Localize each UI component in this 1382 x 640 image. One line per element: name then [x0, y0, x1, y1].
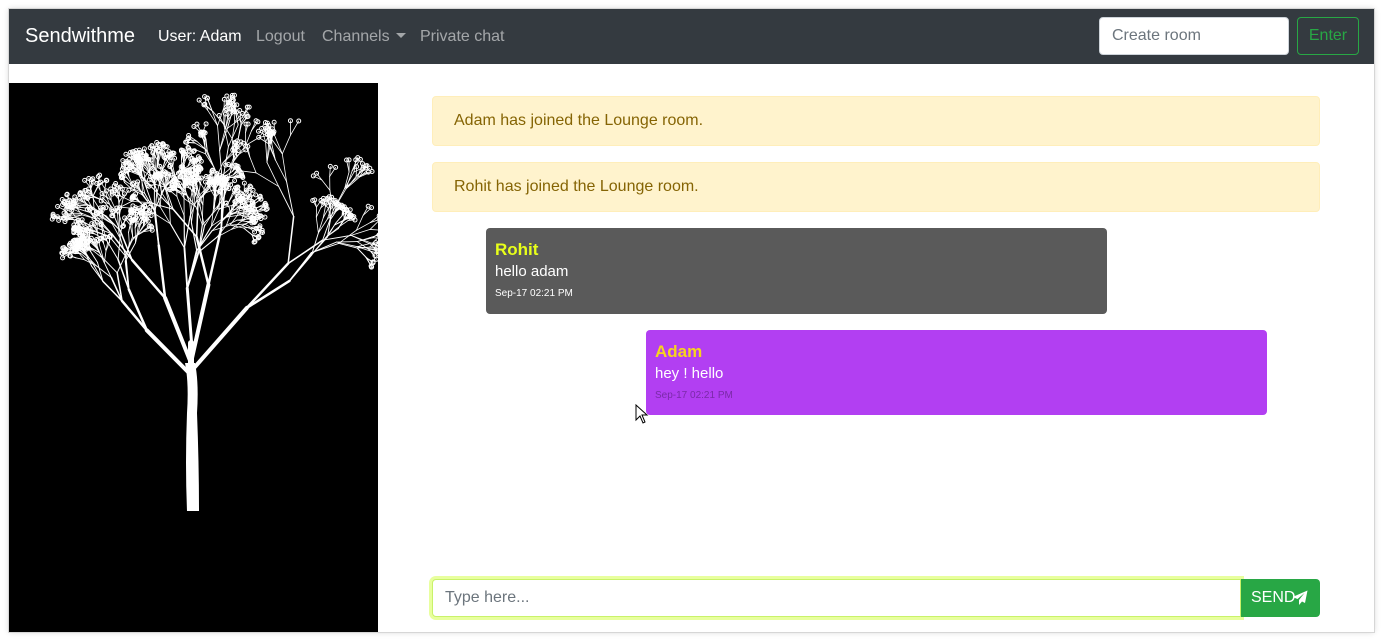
chat-message-adam: Adam hey ! hello Sep-17 02:21 PM — [646, 330, 1267, 415]
nav-channels-dropdown[interactable]: Channels — [322, 27, 406, 47]
message-timestamp: Sep-17 02:21 PM — [655, 390, 733, 401]
mouse-cursor-icon — [635, 404, 649, 424]
message-author: Adam — [655, 342, 703, 361]
navbar: Sendwithme User: Adam Logout Channels Pr… — [9, 9, 1374, 64]
tree-illustration — [49, 92, 378, 511]
nav-user-label: User: Adam — [158, 28, 242, 45]
enter-button[interactable]: Enter — [1297, 17, 1359, 55]
send-button-label: SEND — [1251, 589, 1296, 606]
message-text: hello adam — [495, 263, 569, 280]
message-input[interactable] — [432, 579, 1241, 617]
join-notification: Rohit has joined the Lounge room. — [432, 162, 1320, 212]
nav-channels-label: Channels — [322, 28, 390, 45]
paper-plane-icon — [1292, 590, 1308, 605]
nav-private-chat-link[interactable]: Private chat — [420, 27, 504, 47]
message-author: Rohit — [495, 240, 539, 259]
create-room-input[interactable] — [1099, 17, 1289, 55]
tree-image — [9, 83, 378, 632]
chevron-down-icon — [395, 33, 406, 38]
nav-logout-link[interactable]: Logout — [256, 27, 305, 47]
join-notification: Adam has joined the Lounge room. — [432, 96, 1320, 146]
send-button[interactable]: SEND — [1241, 579, 1320, 617]
app-window: Sendwithme User: Adam Logout Channels Pr… — [9, 9, 1374, 632]
message-text: hey ! hello — [655, 365, 724, 382]
brand-logo[interactable]: Sendwithme — [25, 24, 135, 49]
chat-message-rohit: Rohit hello adam Sep-17 02:21 PM — [486, 228, 1107, 314]
message-timestamp: Sep-17 02:21 PM — [495, 288, 573, 299]
